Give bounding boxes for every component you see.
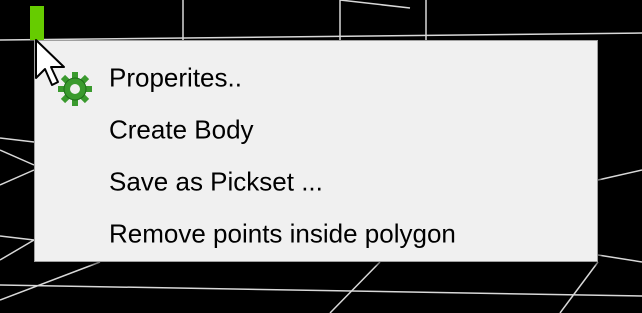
grid-line (0, 149, 35, 166)
grid-line (0, 169, 35, 186)
grid-line (329, 261, 381, 313)
grid-line (0, 32, 642, 41)
menu-item-label: Save as Pickset ... (109, 166, 323, 197)
context-menu: Properites.. Create Body Save as Pickset… (34, 40, 598, 262)
grid-line (0, 137, 35, 143)
grid-line (0, 239, 35, 261)
mouse-pointer-icon (35, 39, 65, 86)
grid-line (559, 261, 599, 313)
grid-line (597, 169, 642, 181)
selection-marker (30, 6, 44, 40)
grid-line (339, 0, 411, 9)
grid-line (0, 235, 35, 241)
menu-item-save-as-pickset[interactable]: Save as Pickset ... (35, 157, 597, 207)
menu-item-remove-points-inside-polygon[interactable]: Remove points inside polygon (35, 209, 597, 259)
menu-item-label: Properites.. (109, 62, 242, 93)
menu-item-properties[interactable]: Properites.. (35, 53, 597, 106)
grid-line (0, 284, 642, 297)
grid-line (597, 254, 642, 263)
menu-item-create-body[interactable]: Create Body (35, 105, 597, 155)
menu-item-label: Remove points inside polygon (109, 218, 456, 249)
menu-item-label: Create Body (109, 114, 254, 145)
grid-line (0, 261, 101, 301)
